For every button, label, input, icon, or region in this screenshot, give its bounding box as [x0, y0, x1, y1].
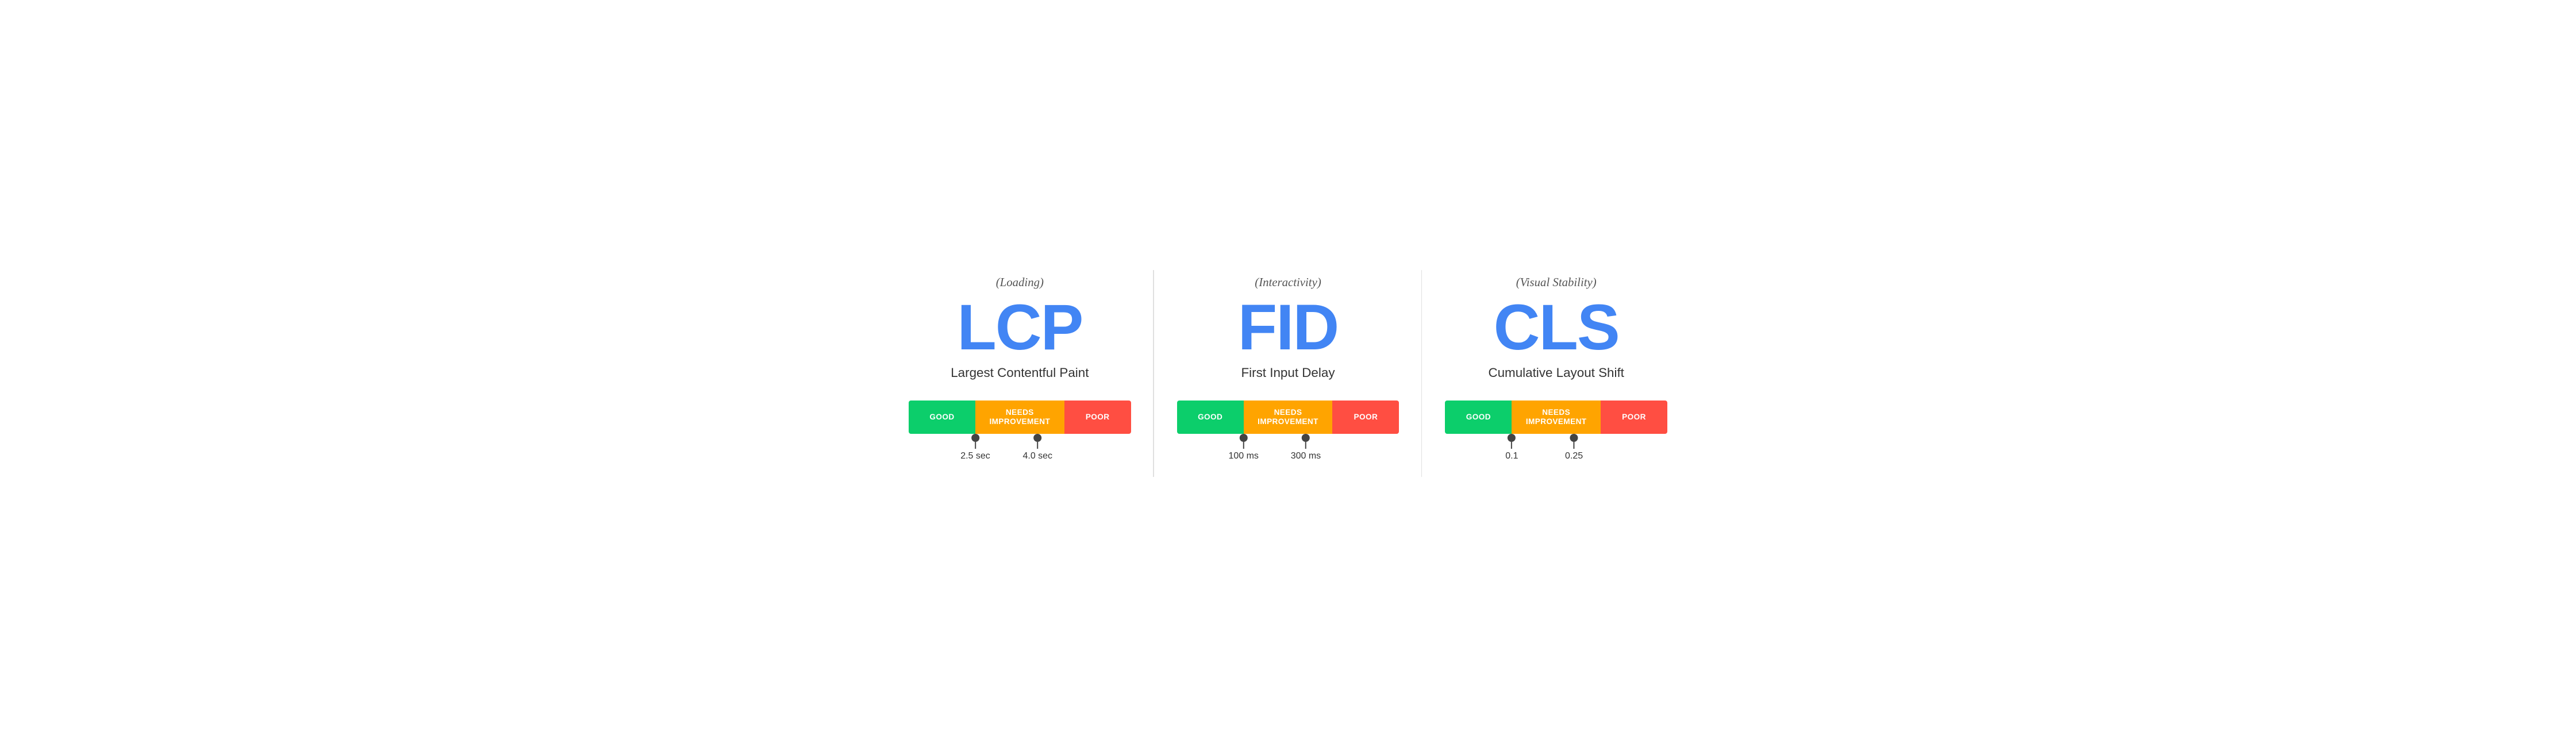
- cls-needs-segment: NEEDS IMPROVEMENT: [1512, 401, 1601, 434]
- cls-marker-2-line: [1574, 442, 1575, 449]
- lcp-acronym: LCP: [957, 295, 1082, 360]
- cls-marker-1-line: [1511, 442, 1512, 449]
- lcp-marker-2-line: [1037, 442, 1038, 449]
- cls-acronym: CLS: [1494, 295, 1619, 360]
- lcp-markers: 2.5 sec 4.0 sec: [909, 434, 1131, 465]
- cls-poor-segment: POOR: [1601, 401, 1667, 434]
- fid-name: First Input Delay: [1241, 365, 1335, 380]
- lcp-bar-wrapper: GOOD NEEDS IMPROVEMENT POOR 2.5 sec 4.0 …: [909, 401, 1131, 465]
- fid-marker-1-line: [1243, 442, 1244, 449]
- metrics-container: (Loading) LCP Largest Contentful Paint G…: [886, 247, 1690, 500]
- lcp-marker-1-dot: [971, 434, 979, 442]
- lcp-marker-1: 2.5 sec: [960, 434, 990, 461]
- cls-panel: (Visual Stability) CLS Cumulative Layout…: [1422, 259, 1690, 488]
- fid-marker-1-label: 100 ms: [1228, 451, 1258, 461]
- fid-marker-1-dot: [1240, 434, 1248, 442]
- fid-good-segment: GOOD: [1177, 401, 1244, 434]
- lcp-needs-segment: NEEDS IMPROVEMENT: [975, 401, 1064, 434]
- lcp-marker-2: 4.0 sec: [1022, 434, 1052, 461]
- cls-marker-2-label: 0.25: [1565, 451, 1583, 461]
- fid-bar-track: GOOD NEEDS IMPROVEMENT POOR: [1177, 401, 1400, 434]
- fid-bar-wrapper: GOOD NEEDS IMPROVEMENT POOR 100 ms 300 m…: [1177, 401, 1400, 465]
- fid-marker-2-dot: [1302, 434, 1310, 442]
- fid-markers: 100 ms 300 ms: [1177, 434, 1400, 465]
- lcp-marker-2-dot: [1033, 434, 1041, 442]
- cls-marker-1: 0.1: [1505, 434, 1518, 461]
- cls-name: Cumulative Layout Shift: [1488, 365, 1624, 380]
- cls-marker-1-dot: [1508, 434, 1516, 442]
- fid-acronym: FID: [1238, 295, 1338, 360]
- cls-marker-2-dot: [1570, 434, 1578, 442]
- fid-marker-1: 100 ms: [1228, 434, 1258, 461]
- fid-marker-2-label: 300 ms: [1291, 451, 1321, 461]
- lcp-marker-2-label: 4.0 sec: [1022, 451, 1052, 461]
- fid-panel: (Interactivity) FID First Input Delay GO…: [1154, 259, 1422, 488]
- lcp-subtitle: (Loading): [996, 276, 1044, 290]
- lcp-name: Largest Contentful Paint: [951, 365, 1089, 380]
- fid-marker-2-line: [1305, 442, 1306, 449]
- cls-good-segment: GOOD: [1445, 401, 1512, 434]
- cls-marker-1-label: 0.1: [1505, 451, 1518, 461]
- fid-needs-segment: NEEDS IMPROVEMENT: [1244, 401, 1333, 434]
- lcp-marker-1-line: [975, 442, 976, 449]
- lcp-panel: (Loading) LCP Largest Contentful Paint G…: [886, 259, 1154, 488]
- cls-bar-track: GOOD NEEDS IMPROVEMENT POOR: [1445, 401, 1667, 434]
- fid-subtitle: (Interactivity): [1255, 276, 1321, 290]
- cls-marker-2: 0.25: [1565, 434, 1583, 461]
- lcp-poor-segment: POOR: [1064, 401, 1131, 434]
- cls-markers: 0.1 0.25: [1445, 434, 1667, 465]
- cls-subtitle: (Visual Stability): [1516, 276, 1597, 290]
- cls-bar-wrapper: GOOD NEEDS IMPROVEMENT POOR 0.1 0.25: [1445, 401, 1667, 465]
- fid-poor-segment: POOR: [1332, 401, 1399, 434]
- lcp-good-segment: GOOD: [909, 401, 975, 434]
- lcp-marker-1-label: 2.5 sec: [960, 451, 990, 461]
- fid-marker-2: 300 ms: [1291, 434, 1321, 461]
- lcp-bar-track: GOOD NEEDS IMPROVEMENT POOR: [909, 401, 1131, 434]
